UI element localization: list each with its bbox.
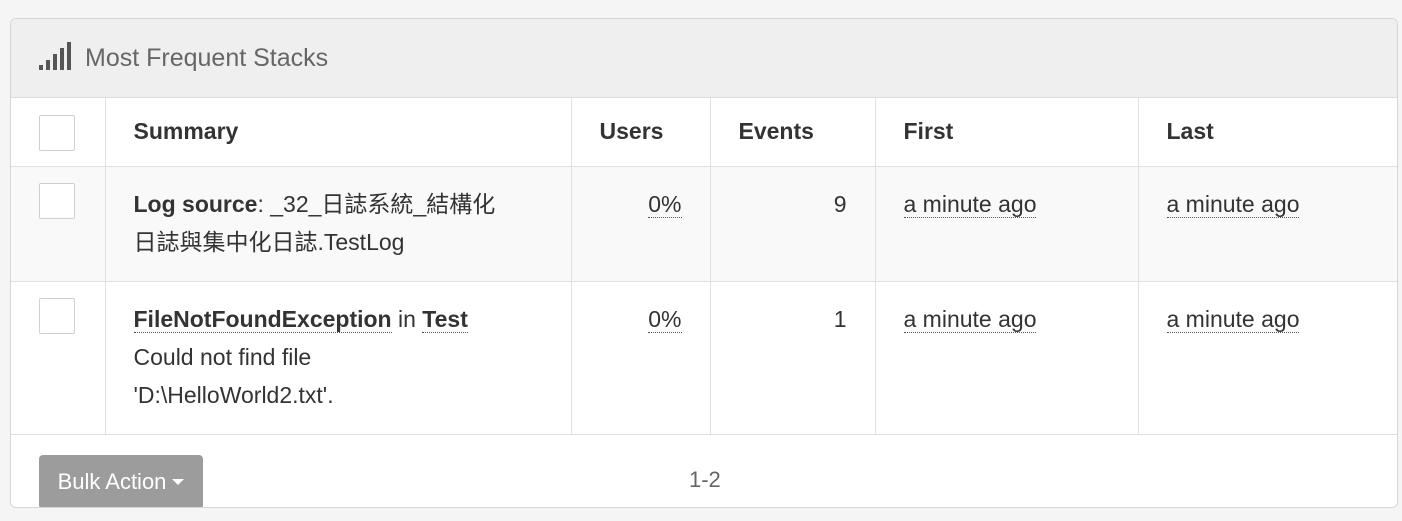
- column-events[interactable]: Events: [710, 98, 876, 167]
- exception-message-line1: Could not find file: [133, 343, 312, 370]
- first-time: a minute ago: [903, 190, 1037, 218]
- log-source-value-line2: 日誌與集中化日誌.TestLog: [133, 228, 405, 255]
- panel-title: Most Frequent Stacks: [85, 43, 329, 72]
- row-select-cell: [11, 281, 106, 435]
- last-cell: a minute ago: [1138, 281, 1397, 435]
- first-cell: a minute ago: [875, 166, 1139, 282]
- log-source-value-line1: _32_日誌系統_結構化: [270, 190, 496, 217]
- events-cell: 1: [710, 281, 876, 435]
- column-users[interactable]: Users: [571, 98, 711, 167]
- column-last[interactable]: Last: [1138, 98, 1397, 167]
- table-row: Log source: _32_日誌系統_結構化 日誌與集中化日誌.TestLo…: [11, 166, 1397, 282]
- summary-cell: FileNotFoundException in Test Could not …: [105, 281, 572, 435]
- in-word: in: [398, 305, 416, 332]
- select-all-cell: [11, 98, 106, 167]
- column-first[interactable]: First: [875, 98, 1139, 167]
- row-checkbox[interactable]: [39, 182, 75, 219]
- method-link[interactable]: Test: [422, 305, 468, 333]
- log-source-label: Log source: [133, 190, 258, 217]
- most-frequent-stacks-panel: Most Frequent Stacks Summary Users Event…: [10, 18, 1398, 508]
- table-row: FileNotFoundException in Test Could not …: [11, 281, 1397, 435]
- users-value: 0%: [648, 305, 682, 333]
- events-cell: 9: [710, 166, 876, 282]
- first-time: a minute ago: [903, 305, 1037, 333]
- users-cell: 0%: [571, 166, 711, 282]
- last-time: a minute ago: [1166, 305, 1300, 333]
- row-select-cell: [11, 166, 106, 282]
- table-header-row: Summary Users Events First Last: [11, 98, 1397, 167]
- bulk-action-label: Bulk Action: [57, 468, 167, 494]
- caret-down-icon: [172, 478, 185, 485]
- exception-type-link[interactable]: FileNotFoundException: [133, 305, 392, 333]
- log-source-separator: :: [257, 190, 264, 217]
- bulk-action-button[interactable]: Bulk Action: [39, 454, 203, 507]
- summary-cell[interactable]: Log source: _32_日誌系統_結構化 日誌與集中化日誌.TestLo…: [105, 166, 572, 282]
- stacks-table: Summary Users Events First Last Log sour…: [11, 98, 1397, 435]
- last-cell: a minute ago: [1138, 166, 1397, 282]
- signal-icon: [39, 42, 71, 70]
- pagination-range: 1-2: [689, 466, 721, 492]
- exception-message-line2: 'D:\HelloWorld2.txt'.: [133, 381, 334, 408]
- last-time: a minute ago: [1166, 190, 1300, 218]
- panel-heading: Most Frequent Stacks: [11, 19, 1397, 98]
- table-footer: Bulk Action 1-2: [11, 435, 1397, 507]
- users-cell: 0%: [571, 281, 711, 435]
- column-summary[interactable]: Summary: [105, 98, 572, 167]
- first-cell: a minute ago: [875, 281, 1139, 435]
- select-all-checkbox[interactable]: [39, 114, 75, 151]
- row-checkbox[interactable]: [39, 297, 75, 334]
- users-value: 0%: [648, 190, 682, 218]
